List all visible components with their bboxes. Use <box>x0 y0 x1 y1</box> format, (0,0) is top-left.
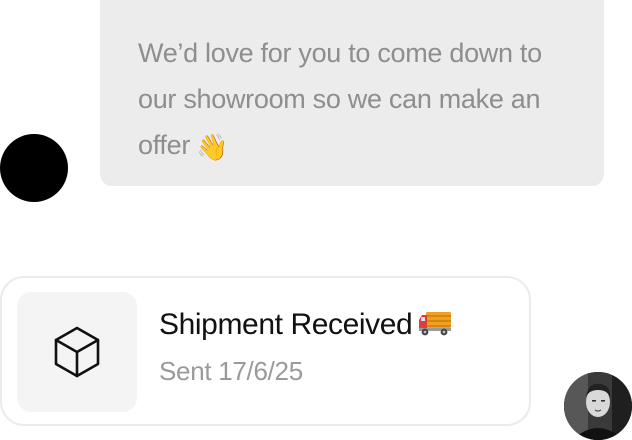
shipment-card[interactable]: Shipment Received Sent 17/6/25 <box>0 276 531 426</box>
box-icon <box>54 326 100 378</box>
shipment-title: Shipment Received <box>159 308 452 345</box>
waving-hand-icon: 👋 <box>196 132 229 162</box>
shipment-sent-date: Sent 17/6/25 <box>159 356 303 386</box>
shipment-title-text: Shipment Received <box>159 308 413 341</box>
user-avatar[interactable] <box>564 372 632 440</box>
incoming-message-bubble: We’d love for you to come down to our sh… <box>100 0 604 186</box>
box-icon-tile <box>17 292 137 412</box>
chat-thread: We’d love for you to come down to our sh… <box>0 0 632 440</box>
sender-avatar[interactable] <box>0 134 68 202</box>
delivery-truck-icon <box>418 309 452 345</box>
